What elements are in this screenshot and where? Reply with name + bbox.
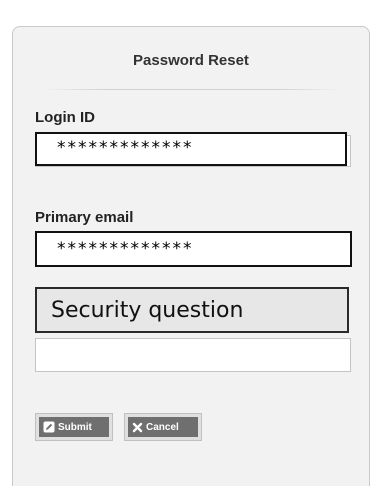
title-divider — [41, 89, 341, 90]
login-id-field[interactable]: ************* — [35, 132, 347, 166]
edit-icon — [43, 421, 55, 433]
submit-button[interactable]: Submit — [35, 413, 113, 441]
primary-email-label: Primary email — [35, 209, 134, 226]
close-icon — [132, 422, 143, 433]
submit-button-face: Submit — [39, 417, 109, 437]
security-answer-input[interactable] — [35, 338, 351, 372]
cancel-button-face: Cancel — [128, 417, 198, 437]
primary-email-field[interactable]: ************* — [35, 231, 352, 267]
security-question-label: Security question — [35, 287, 349, 333]
form-title: Password Reset — [133, 52, 249, 69]
submit-button-label: Submit — [58, 421, 92, 433]
cancel-button-label: Cancel — [146, 421, 179, 433]
login-id-label: Login ID — [35, 109, 95, 126]
password-reset-panel: Password Reset Login ID ************* Pr… — [12, 26, 370, 486]
cancel-button[interactable]: Cancel — [124, 413, 202, 441]
